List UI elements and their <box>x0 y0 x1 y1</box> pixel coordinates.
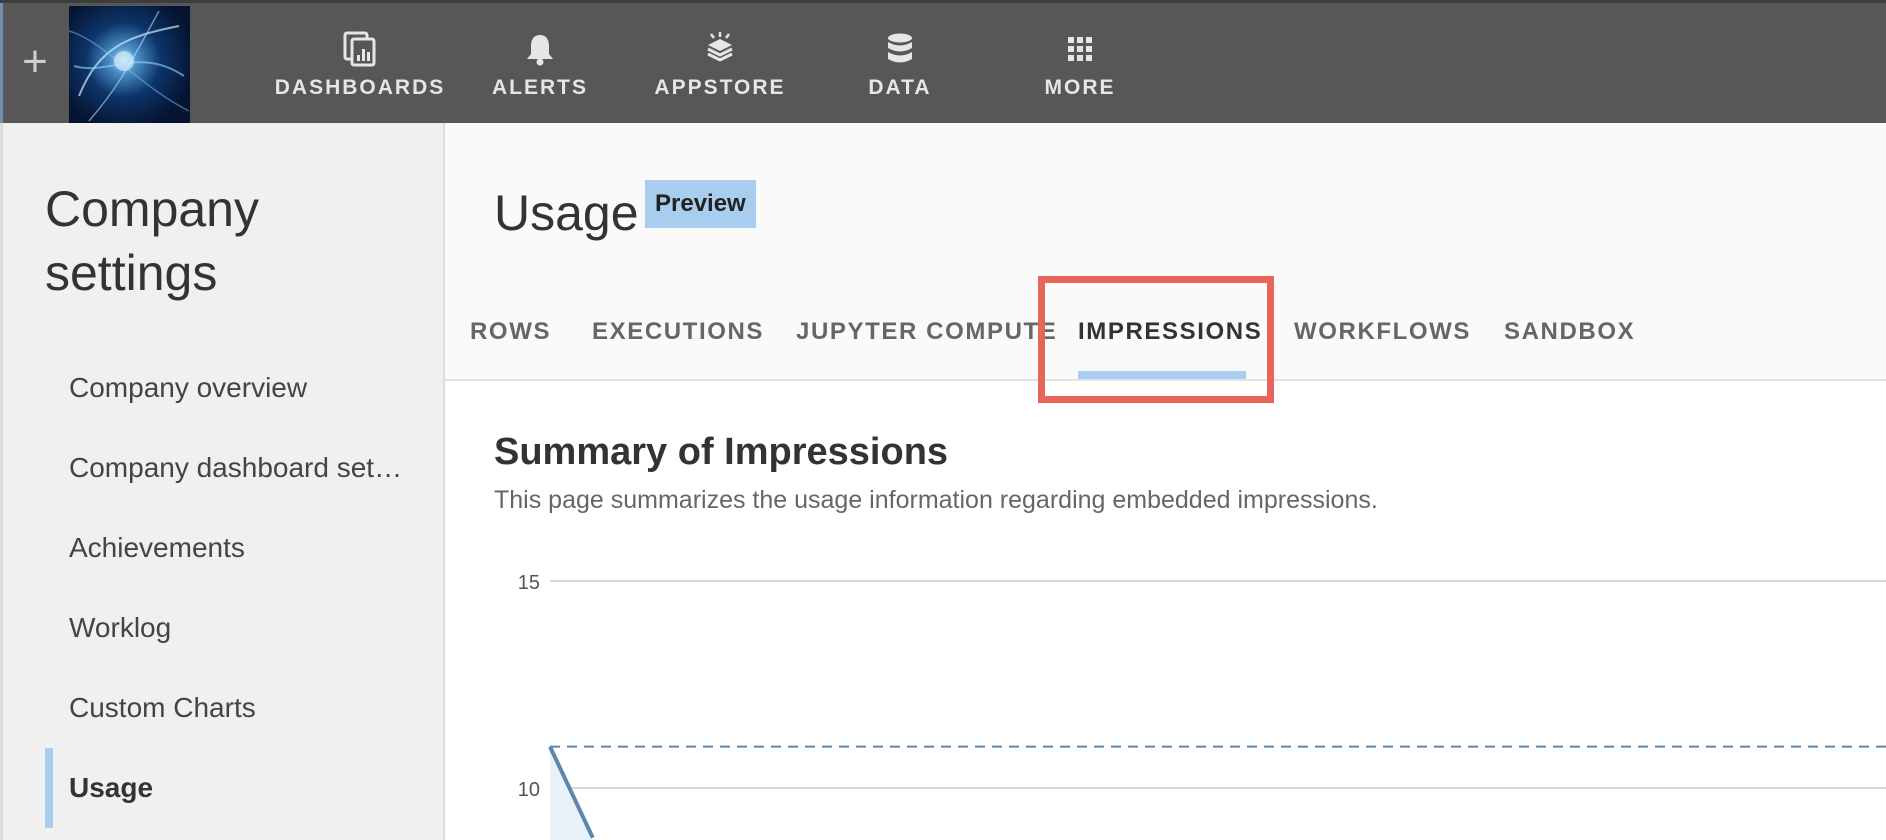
tab-rows[interactable]: ROWS <box>470 307 551 357</box>
company-logo[interactable] <box>69 6 190 126</box>
sidebar-item-achievements[interactable]: Achievements <box>69 523 409 573</box>
database-icon <box>885 31 915 67</box>
nav-alerts[interactable]: ALERTS <box>450 3 630 126</box>
sidebar-item-worklog[interactable]: Worklog <box>69 603 409 653</box>
nav-dashboards[interactable]: DASHBOARDS <box>270 3 450 126</box>
sidebar-item-usage[interactable]: Usage <box>69 763 409 813</box>
preview-badge: Preview <box>645 180 756 228</box>
grid-icon <box>1066 31 1094 67</box>
nav-appstore[interactable]: APPSTORE <box>630 3 810 126</box>
main-content: Usage Preview ROWS EXECUTIONS JUPYTER CO… <box>445 123 1886 840</box>
section-subtitle: This page summarizes the usage informati… <box>494 486 1378 514</box>
settings-sidebar: Company settings Company overview Compan… <box>0 123 445 840</box>
y-tick-label-10: 10 <box>518 779 540 801</box>
tab-workflows[interactable]: WORKFLOWS <box>1294 307 1471 357</box>
logo-swirl-graphic <box>69 10 190 122</box>
page-title: Usage <box>494 185 639 241</box>
dashboards-icon <box>343 31 377 67</box>
tab-jupyter-compute[interactable]: JUPYTER COMPUTE <box>796 307 1057 357</box>
impressions-tab-highlight <box>1038 276 1274 403</box>
sidebar-title: Company settings <box>45 181 259 301</box>
bell-icon <box>525 31 555 67</box>
nav-more[interactable]: MORE <box>990 3 1170 126</box>
top-navigation-bar: + DASHBOARDS ALERTS APPSTORE DATA MORE <box>0 0 1886 126</box>
window-edge-accent <box>0 3 3 126</box>
sidebar-item-company-dashboard-settings[interactable]: Company dashboard settings <box>69 443 409 493</box>
active-item-indicator <box>45 748 53 828</box>
nav-label: DATA <box>868 76 932 99</box>
nav-label: MORE <box>1044 76 1116 99</box>
page-header: Usage Preview ROWS EXECUTIONS JUPYTER CO… <box>445 123 1886 403</box>
y-tick-label-15: 15 <box>518 572 540 594</box>
sidebar-item-company-overview[interactable]: Company overview <box>69 363 409 413</box>
nav-label: ALERTS <box>492 76 588 99</box>
sidebar-item-custom-charts[interactable]: Custom Charts <box>69 683 409 733</box>
nav-data[interactable]: DATA <box>810 3 990 126</box>
nav-label: DASHBOARDS <box>274 76 446 99</box>
appstore-icon <box>702 31 738 67</box>
impressions-chart: 1510 <box>518 572 1886 840</box>
tab-executions[interactable]: EXECUTIONS <box>592 307 764 357</box>
tab-sandbox[interactable]: SANDBOX <box>1504 307 1635 357</box>
section-title: Summary of Impressions <box>494 431 949 473</box>
nav-label: APPSTORE <box>654 76 786 99</box>
add-button[interactable]: + <box>14 40 56 84</box>
